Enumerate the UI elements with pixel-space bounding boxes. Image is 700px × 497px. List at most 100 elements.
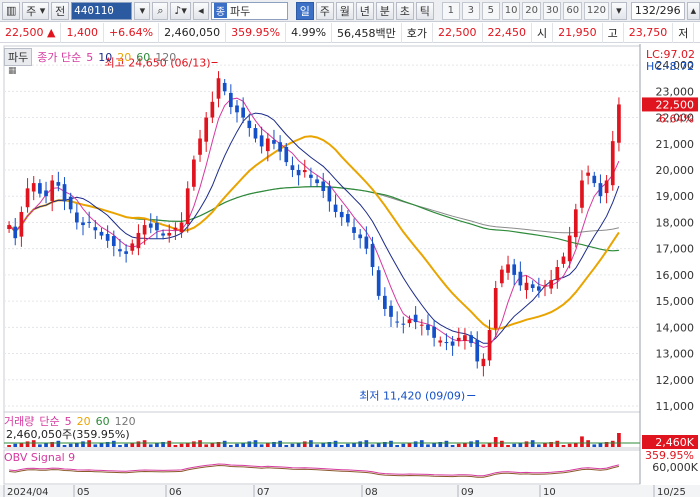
volume-bar (290, 443, 295, 447)
volume-bar (259, 444, 264, 447)
count-up-icon[interactable]: ▴ (686, 1, 700, 20)
volume-bar (536, 444, 541, 447)
candle-body (68, 196, 73, 210)
candle-body (530, 284, 535, 288)
volume-bar (247, 441, 252, 447)
volume-bar (136, 441, 141, 447)
candle-body (419, 324, 424, 326)
candle-body (580, 180, 584, 208)
ask-price: 22,450 (483, 22, 533, 43)
volume-pct: 359.95% (226, 22, 287, 43)
stock-name-field[interactable]: 종 파두 (210, 1, 288, 20)
period-day[interactable]: 일 (295, 1, 314, 20)
volume-bar (481, 444, 486, 447)
interval-5[interactable]: 5 (481, 1, 500, 20)
volume-bar (38, 444, 42, 447)
volume-bar (7, 445, 11, 447)
price-legend: 파두 종가 단순 5 10 20 60 120 (4, 48, 176, 66)
candle-body (87, 221, 92, 223)
candle-body (438, 340, 443, 343)
code-dropdown-icon[interactable]: ▾ (134, 1, 151, 20)
candle-body (376, 270, 381, 296)
period-week[interactable]: 주 (315, 1, 334, 20)
candle-body (296, 170, 301, 176)
volume-bar (413, 441, 418, 447)
ma-60-label: 60 (136, 50, 151, 64)
low-label: 저 (673, 22, 695, 43)
candle-body (395, 321, 400, 323)
volume-bar (493, 437, 498, 447)
obv-legend-label: OBV Signal 9 (4, 451, 76, 464)
date-label: 10/25 (657, 487, 686, 497)
candle-body (506, 264, 510, 273)
candle-body (543, 285, 547, 287)
price-tick-label: 13,000 (656, 348, 695, 361)
candle-body (290, 165, 295, 170)
interval-10[interactable]: 10 (501, 1, 521, 20)
volume-bar (204, 444, 209, 447)
prev-button[interactable]: 전 (51, 1, 70, 20)
chart-settings-icon[interactable]: ▦ (8, 66, 17, 76)
volume-bar (99, 443, 104, 447)
candle-body (111, 236, 116, 247)
low-annotation: 최저 11,420 (09/09) (359, 390, 465, 403)
stock-code-input[interactable]: 440110 (71, 1, 133, 20)
bid-label: 호가 (402, 22, 434, 43)
candle-body (327, 186, 332, 202)
candle-body (549, 280, 554, 289)
period-year[interactable]: 년 (355, 1, 374, 20)
price-tick-label: 23,000 (656, 85, 695, 98)
chart-area[interactable]: 최고 24,650 (06/13) 최저 11,420 (09/09) 24,00… (0, 44, 700, 497)
volume-bar (25, 441, 30, 447)
volume-bar (173, 445, 178, 447)
count-field[interactable]: 132/296 (630, 1, 685, 20)
date-label: 08 (365, 487, 378, 497)
period-tick[interactable]: 틱 (415, 1, 434, 20)
interval-1[interactable]: 1 (441, 1, 460, 20)
candle-body (204, 117, 209, 142)
volume-bar (617, 433, 621, 447)
candle-body (339, 211, 344, 218)
candle-body (364, 236, 369, 249)
volume-bar (62, 445, 67, 447)
interval-20[interactable]: 20 (522, 1, 541, 20)
prev-stock-icon[interactable]: ◂ (192, 1, 209, 20)
volume-bar (475, 440, 480, 447)
layout-icon[interactable]: ▥ (2, 1, 21, 20)
market-select[interactable]: 주 ▾ (22, 1, 50, 20)
candle-body (352, 227, 356, 233)
volume-bar (235, 443, 239, 447)
candle-body (450, 341, 455, 346)
candle-body (7, 225, 11, 229)
candle-body (333, 204, 338, 212)
candle-body (124, 251, 128, 254)
search-icon[interactable]: ⌕ (152, 1, 169, 20)
stock-name: 파두 (230, 4, 251, 18)
up-arrow-icon: ▲ (47, 26, 56, 39)
candle-body (413, 314, 418, 323)
period-month[interactable]: 월 (335, 1, 354, 20)
candle-body (62, 184, 67, 202)
sound-icon[interactable]: ♪▾ (170, 1, 191, 20)
volume-bar (444, 440, 449, 447)
volume-bar (179, 443, 184, 447)
price-tick-label: 20,000 (656, 164, 695, 177)
price-panel-tag[interactable]: 파두 (4, 48, 33, 66)
candle-body (235, 105, 239, 113)
price-tick-label: 18,000 (656, 216, 695, 229)
volume-bar (610, 440, 615, 447)
interval-120[interactable]: 120 (584, 1, 609, 20)
interval-60[interactable]: 60 (563, 1, 583, 20)
more-intervals-icon[interactable]: ▾ (610, 1, 627, 20)
turnover-pct: 4.99% (286, 22, 333, 43)
price-legend-label: 종가 단순 (37, 51, 82, 64)
interval-30[interactable]: 30 (542, 1, 562, 20)
volume-bar (370, 444, 375, 447)
obv-legend: OBV Signal 9 (4, 451, 75, 464)
volume-bar (315, 444, 319, 447)
candle-body (210, 101, 215, 118)
period-minute[interactable]: 분 (375, 1, 394, 20)
interval-3[interactable]: 3 (461, 1, 480, 20)
volume-bar (598, 443, 603, 447)
period-second[interactable]: 초 (395, 1, 414, 20)
